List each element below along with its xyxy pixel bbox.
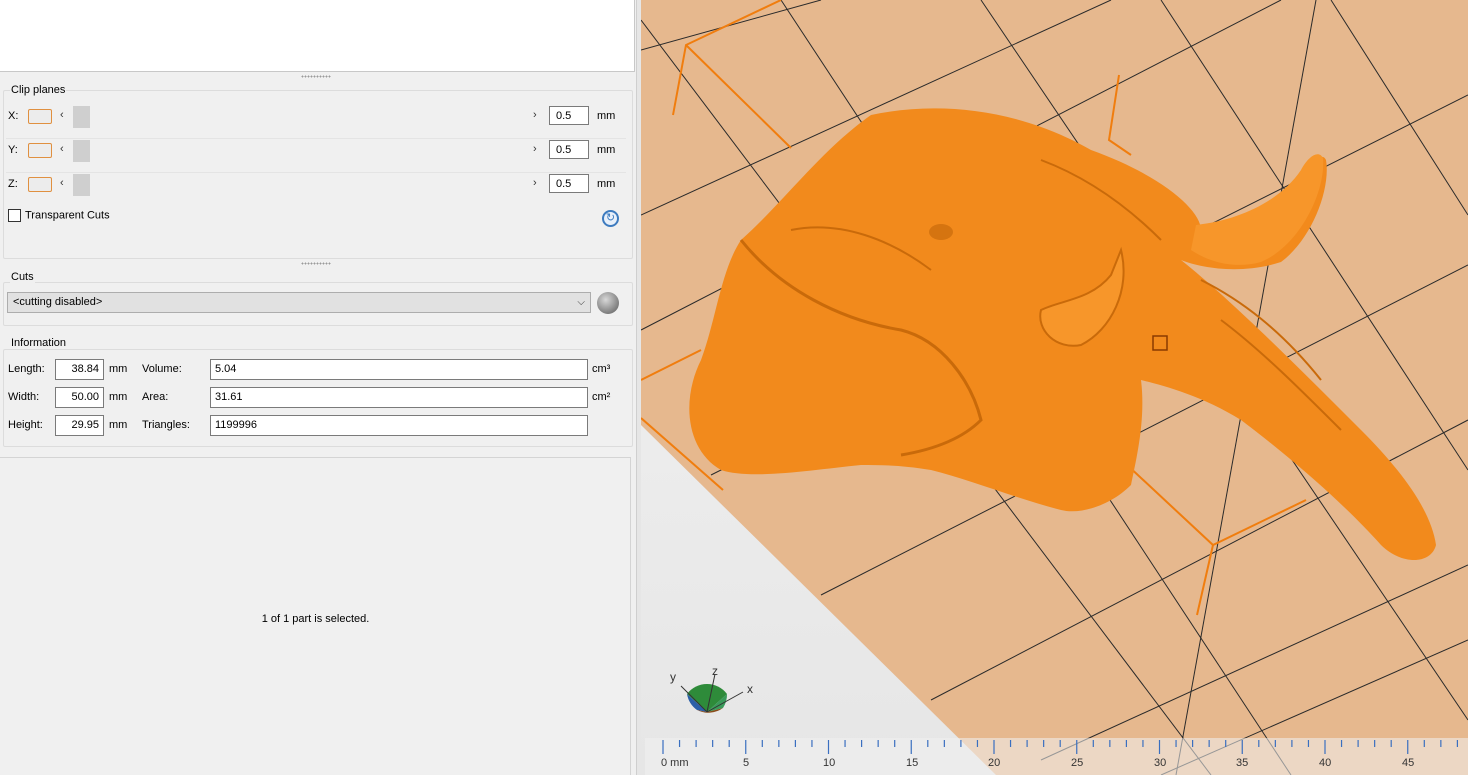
splitter-grip[interactable] [301,75,331,78]
divider [6,172,626,173]
ruler-label: 20 [988,757,1001,769]
status-panel: 1 of 1 part is selected. [0,457,631,775]
clip-unit-z: mm [597,178,616,190]
gizmo-label-y: y [670,670,676,684]
slider-right-icon[interactable]: › [533,177,537,189]
refresh-icon: ↻ [605,212,616,224]
axis-label-x: X: [8,110,19,122]
slider-right-icon[interactable]: › [533,143,537,155]
ruler-label: 45 [1402,757,1415,769]
area-label: Area: [142,391,169,403]
ruler-label: 15 [906,757,919,769]
transparent-cuts-checkbox[interactable]: Transparent Cuts [8,209,110,222]
area-unit: cm² [592,391,611,403]
triangles-label: Triangles: [142,419,190,431]
length-unit: mm [109,363,128,375]
area-value: 31.61 [210,387,588,408]
clip-toggle-z[interactable] [28,177,52,192]
clip-row-y: Y: ‹ › 0.5 mm [0,140,636,162]
cut-mode-select[interactable]: <cutting disabled> ⌵ [7,292,591,313]
clip-unit-x: mm [597,110,616,122]
cuts-title: Cuts [10,271,35,283]
clip-unit-y: mm [597,144,616,156]
volume-label: Volume: [142,363,182,375]
top-empty-panel [0,0,635,72]
information-title: Information [10,337,68,349]
splitter-grip[interactable] [301,262,331,265]
checkbox-icon[interactable] [8,209,21,222]
width-unit: mm [109,391,128,403]
ruler-label: 35 [1236,757,1249,769]
3d-viewport[interactable]: y z x 0 mm 5 10 15 20 25 30 35 40 45 [641,0,1468,775]
length-label: Length: [8,363,45,375]
ruler-label: 10 [823,757,836,769]
clip-toggle-x[interactable] [28,109,52,124]
clip-slider-z[interactable] [73,174,90,196]
reset-clip-button[interactable]: ↻ [602,210,619,227]
clip-slider-x[interactable] [73,106,90,128]
clip-slider-y[interactable] [73,140,90,162]
axis-gizmo: y z x [667,664,767,720]
left-panel: Clip planes X: ‹ › 0.5 mm Y: ‹ › 0.5 mm … [0,0,636,775]
gizmo-label-x: x [747,682,753,696]
ruler: 0 mm 5 10 15 20 25 30 35 40 45 [645,738,1468,775]
gizmo-label-z: z [712,664,718,678]
transparent-cuts-label: Transparent Cuts [25,209,110,222]
clip-planes-title: Clip planes [10,84,67,96]
slider-left-icon[interactable]: ‹ [60,109,64,121]
cut-tool-icon[interactable] [597,292,619,314]
divider [6,138,626,139]
clip-row-x: X: ‹ › 0.5 mm [0,106,636,128]
axis-label-y: Y: [8,144,18,156]
height-label: Height: [8,419,43,431]
slider-left-icon[interactable]: ‹ [60,177,64,189]
volume-unit: cm³ [592,363,611,375]
ruler-label: 30 [1154,757,1167,769]
clip-value-z[interactable]: 0.5 [549,174,589,193]
ruler-label: 25 [1071,757,1084,769]
ruler-label: 5 [743,757,750,769]
slider-right-icon[interactable]: › [533,109,537,121]
axis-label-z: Z: [8,178,18,190]
slider-left-icon[interactable]: ‹ [60,143,64,155]
ruler-ticks [662,740,1459,754]
clip-toggle-y[interactable] [28,143,52,158]
selection-status: 1 of 1 part is selected. [261,613,370,625]
width-value: 50.00 [55,387,104,408]
clip-value-y[interactable]: 0.5 [549,140,589,159]
ruler-label: 0 mm [661,757,689,769]
width-label: Width: [8,391,40,403]
triangles-value: 1199996 [210,415,588,436]
height-value: 29.95 [55,415,104,436]
height-unit: mm [109,419,128,431]
ruler-label: 40 [1319,757,1332,769]
chevron-down-icon: ⌵ [577,297,585,308]
scene-canvas[interactable] [641,0,1468,775]
clip-value-x[interactable]: 0.5 [549,106,589,125]
volume-value: 5.04 [210,359,588,380]
clip-row-z: Z: ‹ › 0.5 mm [0,174,636,196]
length-value: 38.84 [55,359,104,380]
cut-mode-value: <cutting disabled> [13,296,103,308]
